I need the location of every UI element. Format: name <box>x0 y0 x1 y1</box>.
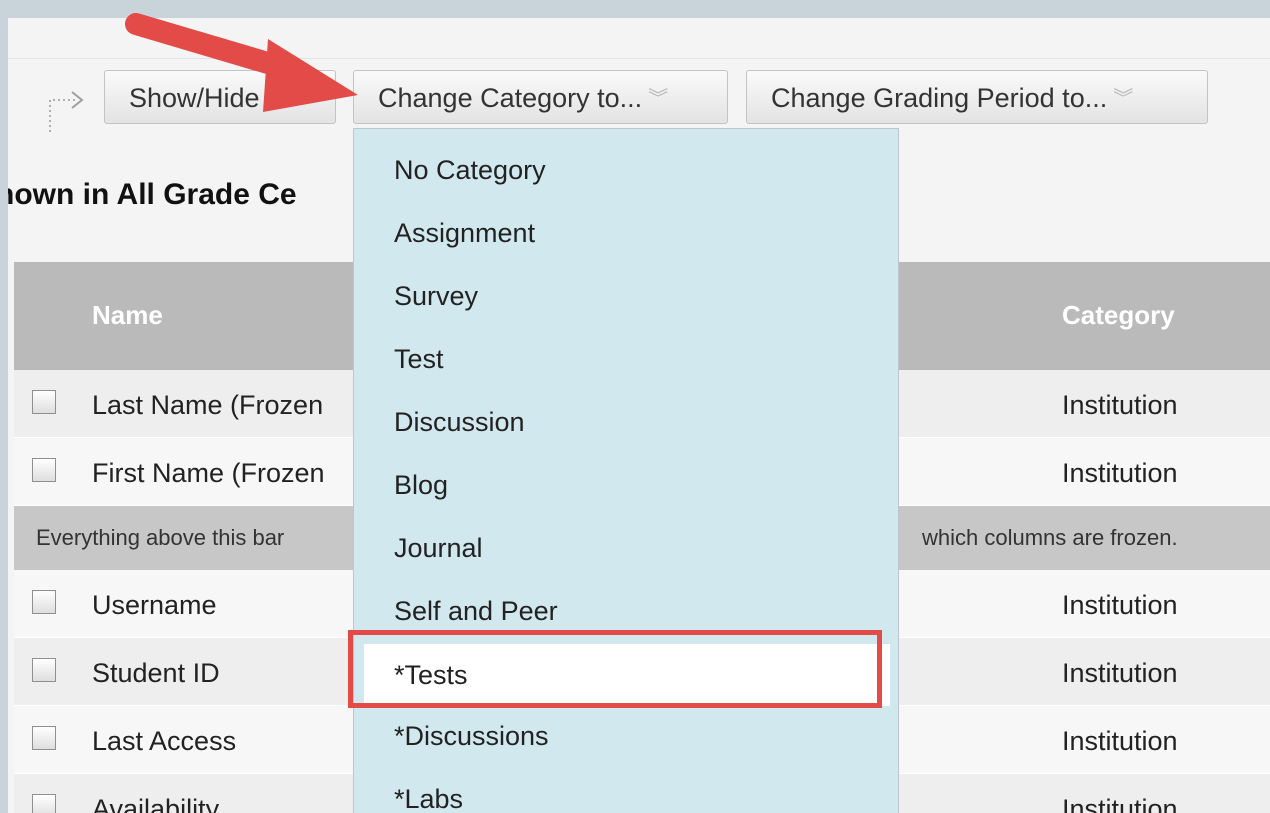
menu-item-assignment[interactable]: Assignment <box>394 218 535 249</box>
row-name: Student ID <box>92 658 220 688</box>
change-category-label: Change Category to... <box>378 83 643 113</box>
row-name: Last Name (Frozen <box>92 390 324 420</box>
column-header-category[interactable]: Category <box>1062 300 1175 331</box>
category-dropdown-menu: No Category Assignment Survey Test Discu… <box>353 128 899 813</box>
freeze-bar-text-left: Everything above this bar <box>36 525 285 550</box>
menu-item-blog[interactable]: Blog <box>394 470 448 501</box>
menu-item-journal[interactable]: Journal <box>394 533 483 564</box>
row-name: Availability <box>92 794 220 813</box>
row-name: First Name (Frozen <box>92 458 325 488</box>
row-category: Institution <box>1062 590 1178 620</box>
row-category: Institution <box>1062 794 1178 813</box>
action-bar-enter-icon <box>49 91 84 132</box>
change-category-button[interactable]: Change Category to... ︾ <box>353 70 728 124</box>
column-header-name[interactable]: Name <box>92 300 163 331</box>
double-chevron-down-icon: ︾ <box>648 88 669 110</box>
menu-item-discussions-custom[interactable]: *Discussions <box>394 721 549 752</box>
double-chevron-down-icon: ︾ <box>1113 88 1134 110</box>
row-checkbox[interactable] <box>32 390 56 414</box>
page-heading: nown in All Grade Ce <box>8 178 297 211</box>
row-checkbox[interactable] <box>32 590 56 614</box>
row-checkbox[interactable] <box>32 458 56 482</box>
menu-item-no-category[interactable]: No Category <box>394 155 546 186</box>
change-grading-period-button[interactable]: Change Grading Period to... ︾ <box>746 70 1208 124</box>
row-checkbox[interactable] <box>32 726 56 750</box>
row-category: Institution <box>1062 458 1178 488</box>
grade-center-panel: Show/Hide Change Category to... ︾ Change … <box>8 18 1270 813</box>
menu-item-test[interactable]: Test <box>394 344 444 375</box>
row-name: Username <box>92 590 217 620</box>
highlight-annotation-box <box>348 630 882 708</box>
row-checkbox[interactable] <box>32 794 56 813</box>
menu-item-discussion[interactable]: Discussion <box>394 407 525 438</box>
row-name: Last Access <box>92 726 237 756</box>
row-category: Institution <box>1062 390 1178 420</box>
freeze-bar-text-right: which columns are frozen. <box>922 525 1178 550</box>
row-category: Institution <box>1062 658 1178 688</box>
row-checkbox[interactable] <box>32 658 56 682</box>
change-grading-period-label: Change Grading Period to... <box>771 83 1108 113</box>
menu-item-self-and-peer[interactable]: Self and Peer <box>394 596 558 627</box>
menu-item-labs-custom[interactable]: *Labs <box>394 784 463 813</box>
annotation-arrow-icon <box>125 13 358 112</box>
menu-item-survey[interactable]: Survey <box>394 281 478 312</box>
row-category: Institution <box>1062 726 1178 756</box>
